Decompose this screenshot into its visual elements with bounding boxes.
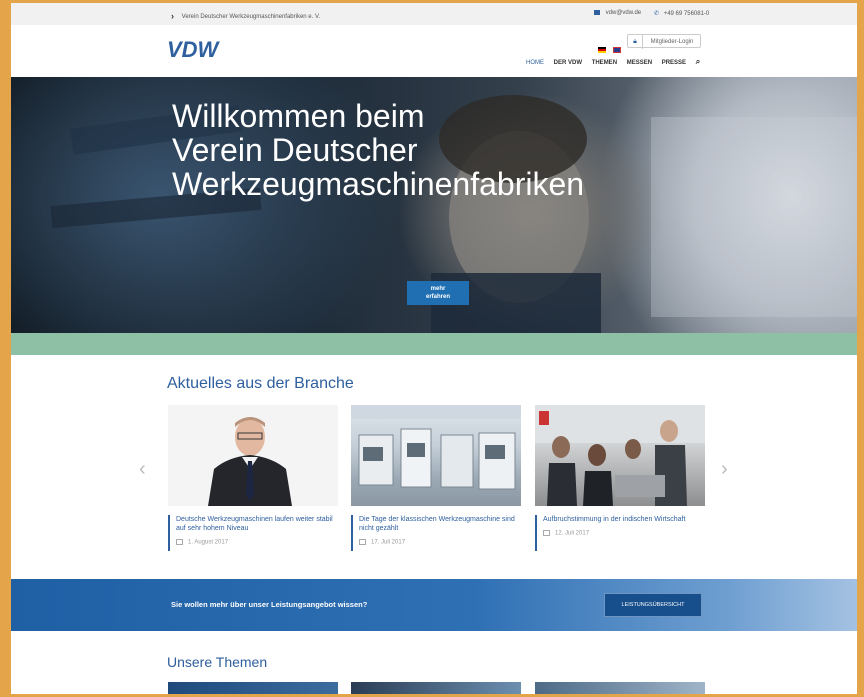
top-bar: › Verein Deutscher Werkzeugmaschinenfabr… [11, 3, 857, 25]
news-image-meeting[interactable] [535, 405, 705, 506]
services-banner: Sie wollen mehr über unser Leistungsange… [11, 579, 857, 631]
theme-thumbnail[interactable] [535, 682, 705, 694]
meeting-illustration [535, 405, 705, 506]
carousel-next-icon[interactable]: › [721, 458, 728, 481]
theme-thumbnail[interactable] [168, 682, 338, 694]
german-flag-icon[interactable] [598, 47, 606, 53]
member-login-button[interactable]: 🔒︎ Mitglieder-Login [627, 34, 701, 49]
main-nav: HOME DER VDW THEMEN MESSEN PRESSE ⌕ [526, 57, 708, 67]
themes-heading: Unsere Themen [167, 654, 268, 670]
news-card[interactable]: Deutsche Werkzeugmaschinen laufen weiter… [168, 405, 338, 551]
theme-thumbnail[interactable] [351, 682, 521, 694]
phone-link[interactable]: ✆ +49 69 756081-0 [654, 10, 709, 17]
services-overview-button[interactable]: LEISTUNGSÜBERSICHT [604, 593, 702, 617]
news-card[interactable]: Die Tage der klassischen Werkzeugmaschin… [351, 405, 521, 551]
language-switcher [598, 40, 624, 58]
news-date: 1. August 2017 [176, 539, 338, 546]
carousel-prev-icon[interactable]: ‹ [139, 458, 146, 481]
news-image-factory[interactable] [351, 405, 521, 506]
nav-home[interactable]: HOME [526, 60, 544, 66]
news-headline[interactable]: Die Tage der klassischen Werkzeugmaschin… [359, 515, 521, 533]
envelope-icon [594, 10, 600, 15]
vdw-logo[interactable]: VDW [167, 38, 239, 60]
lock-icon: 🔒︎ [628, 35, 643, 49]
news-card[interactable]: Aufbruchstimmung in der indischen Wirtsc… [535, 405, 705, 551]
green-divider [11, 333, 857, 355]
services-question: Sie wollen mehr über unser Leistungsange… [171, 600, 368, 609]
login-label: Mitglieder-Login [650, 39, 694, 45]
breadcrumb-label: Verein Deutscher Werkzeugmaschinenfabrik… [181, 14, 321, 20]
site-header: VDW 🔒︎ Mitglieder-Login HOME DER VDW THE… [11, 25, 857, 77]
news-image-portrait[interactable] [168, 405, 338, 506]
news-headline[interactable]: Deutsche Werkzeugmaschinen laufen weiter… [176, 515, 338, 533]
date-text: 17. Juli 2017 [371, 539, 406, 546]
news-heading: Aktuelles aus der Branche [167, 375, 354, 392]
nav-themen[interactable]: THEMEN [592, 60, 617, 66]
chevron-right-icon: › [171, 11, 174, 21]
hero-title: Willkommen beim Verein Deutscher Werkzeu… [172, 98, 585, 202]
hero-banner: Willkommen beim Verein Deutscher Werkzeu… [11, 77, 857, 333]
breadcrumb[interactable]: › Verein Deutscher Werkzeugmaschinenfabr… [171, 10, 321, 21]
phone-text: +49 69 756081-0 [663, 11, 710, 17]
web-page: › Verein Deutscher Werkzeugmaschinenfabr… [11, 3, 857, 694]
news-headline[interactable]: Aufbruchstimmung in der indischen Wirtsc… [543, 515, 705, 524]
factory-illustration [351, 405, 521, 490]
english-flag-icon[interactable] [613, 47, 622, 53]
calendar-icon [543, 530, 550, 536]
portrait-illustration [208, 417, 292, 506]
logo-text: VDW [167, 38, 221, 60]
calendar-icon [359, 539, 366, 545]
date-text: 1. August 2017 [188, 539, 229, 546]
news-date: 12. Juli 2017 [543, 530, 705, 537]
email-text: vdw@vdw.de [605, 10, 642, 17]
nav-presse[interactable]: PRESSE [662, 60, 686, 66]
date-text: 12. Juli 2017 [555, 530, 590, 537]
news-date: 17. Juli 2017 [359, 539, 521, 546]
email-link[interactable]: vdw@vdw.de [594, 10, 641, 16]
phone-icon: ✆ [654, 11, 660, 17]
calendar-icon [176, 539, 183, 545]
nav-der-vdw[interactable]: DER VDW [554, 60, 582, 66]
nav-messen[interactable]: MESSEN [627, 60, 652, 66]
search-icon[interactable]: ⌕ [696, 57, 700, 66]
more-button[interactable]: mehr erfahren [407, 281, 469, 305]
